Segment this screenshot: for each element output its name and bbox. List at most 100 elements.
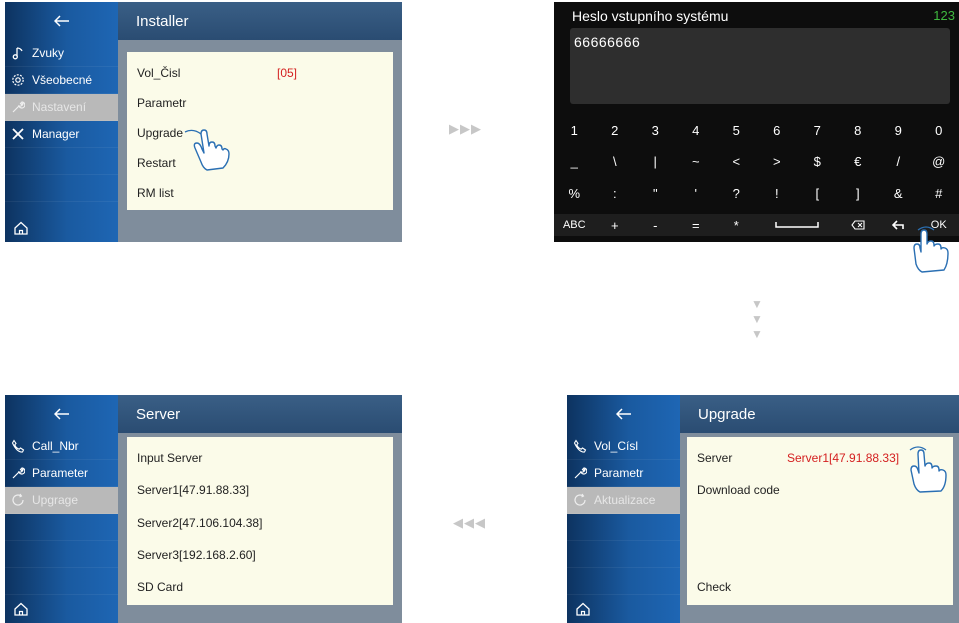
back-arrow-icon: [53, 408, 69, 420]
sidebar-item-nastaveni[interactable]: Nastavení: [5, 94, 118, 121]
key[interactable]: _: [554, 150, 595, 172]
home-icon[interactable]: [13, 220, 29, 236]
sidebar-item-vseobecne[interactable]: Všeobecné: [5, 67, 118, 94]
key[interactable]: #: [919, 182, 959, 204]
key[interactable]: /: [878, 150, 919, 172]
key[interactable]: =: [676, 214, 717, 236]
key[interactable]: *: [716, 214, 757, 236]
key[interactable]: ?: [716, 182, 757, 204]
key[interactable]: 2: [595, 119, 636, 141]
key[interactable]: $: [797, 150, 838, 172]
sidebar-item-label: Parametr: [594, 466, 644, 480]
back-button[interactable]: [567, 395, 680, 433]
menu-item-vol-cisl[interactable]: Vol_Čisl: [137, 66, 180, 80]
tools-icon: [11, 127, 25, 141]
key[interactable]: |: [635, 150, 676, 172]
key[interactable]: @: [919, 150, 959, 172]
sidebar-item-label: Aktualizace: [594, 493, 656, 507]
key[interactable]: 8: [838, 119, 879, 141]
sidebar-item-aktualizace[interactable]: Aktualizace: [567, 487, 680, 514]
return-arrow-icon: [892, 220, 905, 230]
sidebar-empty: [567, 514, 680, 541]
key[interactable]: 5: [716, 119, 757, 141]
upgrade-panel: Vol_Císl Parametr Aktualizace Upgrade Se…: [567, 395, 959, 623]
key[interactable]: 0: [919, 119, 959, 141]
sidebar: Call_Nbr Parameter Upgrage: [5, 395, 118, 623]
sidebar-item-upgrage[interactable]: Upgrage: [5, 487, 118, 514]
key[interactable]: 1: [554, 119, 595, 141]
refresh-icon: [573, 493, 587, 507]
key-backspace[interactable]: [838, 214, 879, 236]
menu-item-restart[interactable]: Restart: [137, 156, 176, 170]
key[interactable]: 7: [797, 119, 838, 141]
music-note-icon: [11, 46, 25, 60]
key-abc[interactable]: ABC: [554, 214, 595, 236]
vol-cisl-value: [05]: [277, 66, 298, 80]
sidebar-item-zvuky[interactable]: Zvuky: [5, 40, 118, 67]
keyboard-row: ABC + - = * OK: [554, 214, 959, 236]
keyboard-row: _ \ | ~ < > $ € / @: [554, 150, 959, 172]
sidebar-item-parametr[interactable]: Parametr: [567, 460, 680, 487]
key[interactable]: -: [635, 214, 676, 236]
key[interactable]: \: [595, 150, 636, 172]
server2-item[interactable]: Server2[47.106.104.38]: [137, 516, 262, 530]
sidebar-item-label: Call_Nbr: [32, 439, 79, 453]
key[interactable]: +: [595, 214, 636, 236]
key[interactable]: ~: [676, 150, 717, 172]
key[interactable]: :: [595, 182, 636, 204]
key[interactable]: !: [757, 182, 798, 204]
key[interactable]: ': [676, 182, 717, 204]
sidebar-item-vol-cisl[interactable]: Vol_Císl: [567, 433, 680, 460]
phone-icon: [573, 439, 587, 453]
refresh-icon: [11, 493, 25, 507]
server1-item[interactable]: Server1[47.91.88.33]: [137, 483, 249, 497]
home-icon[interactable]: [575, 601, 591, 617]
key[interactable]: 3: [635, 119, 676, 141]
sidebar-item-label: Vol_Císl: [594, 439, 639, 453]
check-item[interactable]: Check: [697, 580, 731, 594]
sidebar-item-label: Manager: [32, 127, 80, 141]
space-bar-icon: [775, 222, 819, 228]
sidebar-item-manager[interactable]: Manager: [5, 121, 118, 148]
installer-panel: Zvuky Všeobecné Nastavení Manager Instal…: [5, 2, 402, 242]
key[interactable]: <: [716, 150, 757, 172]
menu-item-rm-list[interactable]: RM list: [137, 186, 174, 200]
sidebar-empty: [5, 514, 118, 541]
key[interactable]: 4: [676, 119, 717, 141]
key[interactable]: 9: [878, 119, 919, 141]
home-icon[interactable]: [13, 601, 29, 617]
password-input[interactable]: 66666666: [570, 28, 950, 104]
key[interactable]: [: [797, 182, 838, 204]
server-list-card: Input Server Server1[47.91.88.33] Server…: [127, 437, 393, 605]
key[interactable]: %: [554, 182, 595, 204]
server-value[interactable]: Server1[47.91.88.33]: [787, 451, 899, 465]
menu-item-upgrade[interactable]: Upgrade: [137, 126, 183, 140]
page-title: Upgrade: [680, 395, 959, 433]
server3-item[interactable]: Server3[192.168.2.60]: [137, 548, 256, 562]
pointing-hand-icon: [913, 226, 949, 273]
input-server-item[interactable]: Input Server: [137, 451, 202, 465]
page-title: Server: [118, 395, 402, 433]
keyboard-title: Heslo vstupního systému: [572, 8, 729, 24]
sidebar-item-call-nbr[interactable]: Call_Nbr: [5, 433, 118, 460]
back-arrow-icon: [53, 15, 69, 27]
key[interactable]: €: [838, 150, 879, 172]
key-space[interactable]: [757, 214, 838, 236]
download-code-item[interactable]: Download code: [697, 483, 780, 497]
key[interactable]: ": [635, 182, 676, 204]
flow-arrow-left: ◀◀◀: [453, 515, 486, 530]
sd-card-item[interactable]: SD Card: [137, 580, 183, 594]
back-button[interactable]: [5, 395, 118, 433]
back-arrow-icon: [615, 408, 631, 420]
sidebar-item-parameter[interactable]: Parameter: [5, 460, 118, 487]
key[interactable]: ]: [838, 182, 879, 204]
sidebar-item-label: Upgrage: [32, 493, 79, 507]
key[interactable]: &: [878, 182, 919, 204]
sidebar-empty: [567, 568, 680, 595]
keyboard-mode-indicator: 123: [933, 8, 955, 23]
sidebar-empty: [5, 568, 118, 595]
key[interactable]: 6: [757, 119, 798, 141]
key[interactable]: >: [757, 150, 798, 172]
menu-item-parametr[interactable]: Parametr: [137, 96, 186, 110]
back-button[interactable]: [5, 2, 118, 40]
